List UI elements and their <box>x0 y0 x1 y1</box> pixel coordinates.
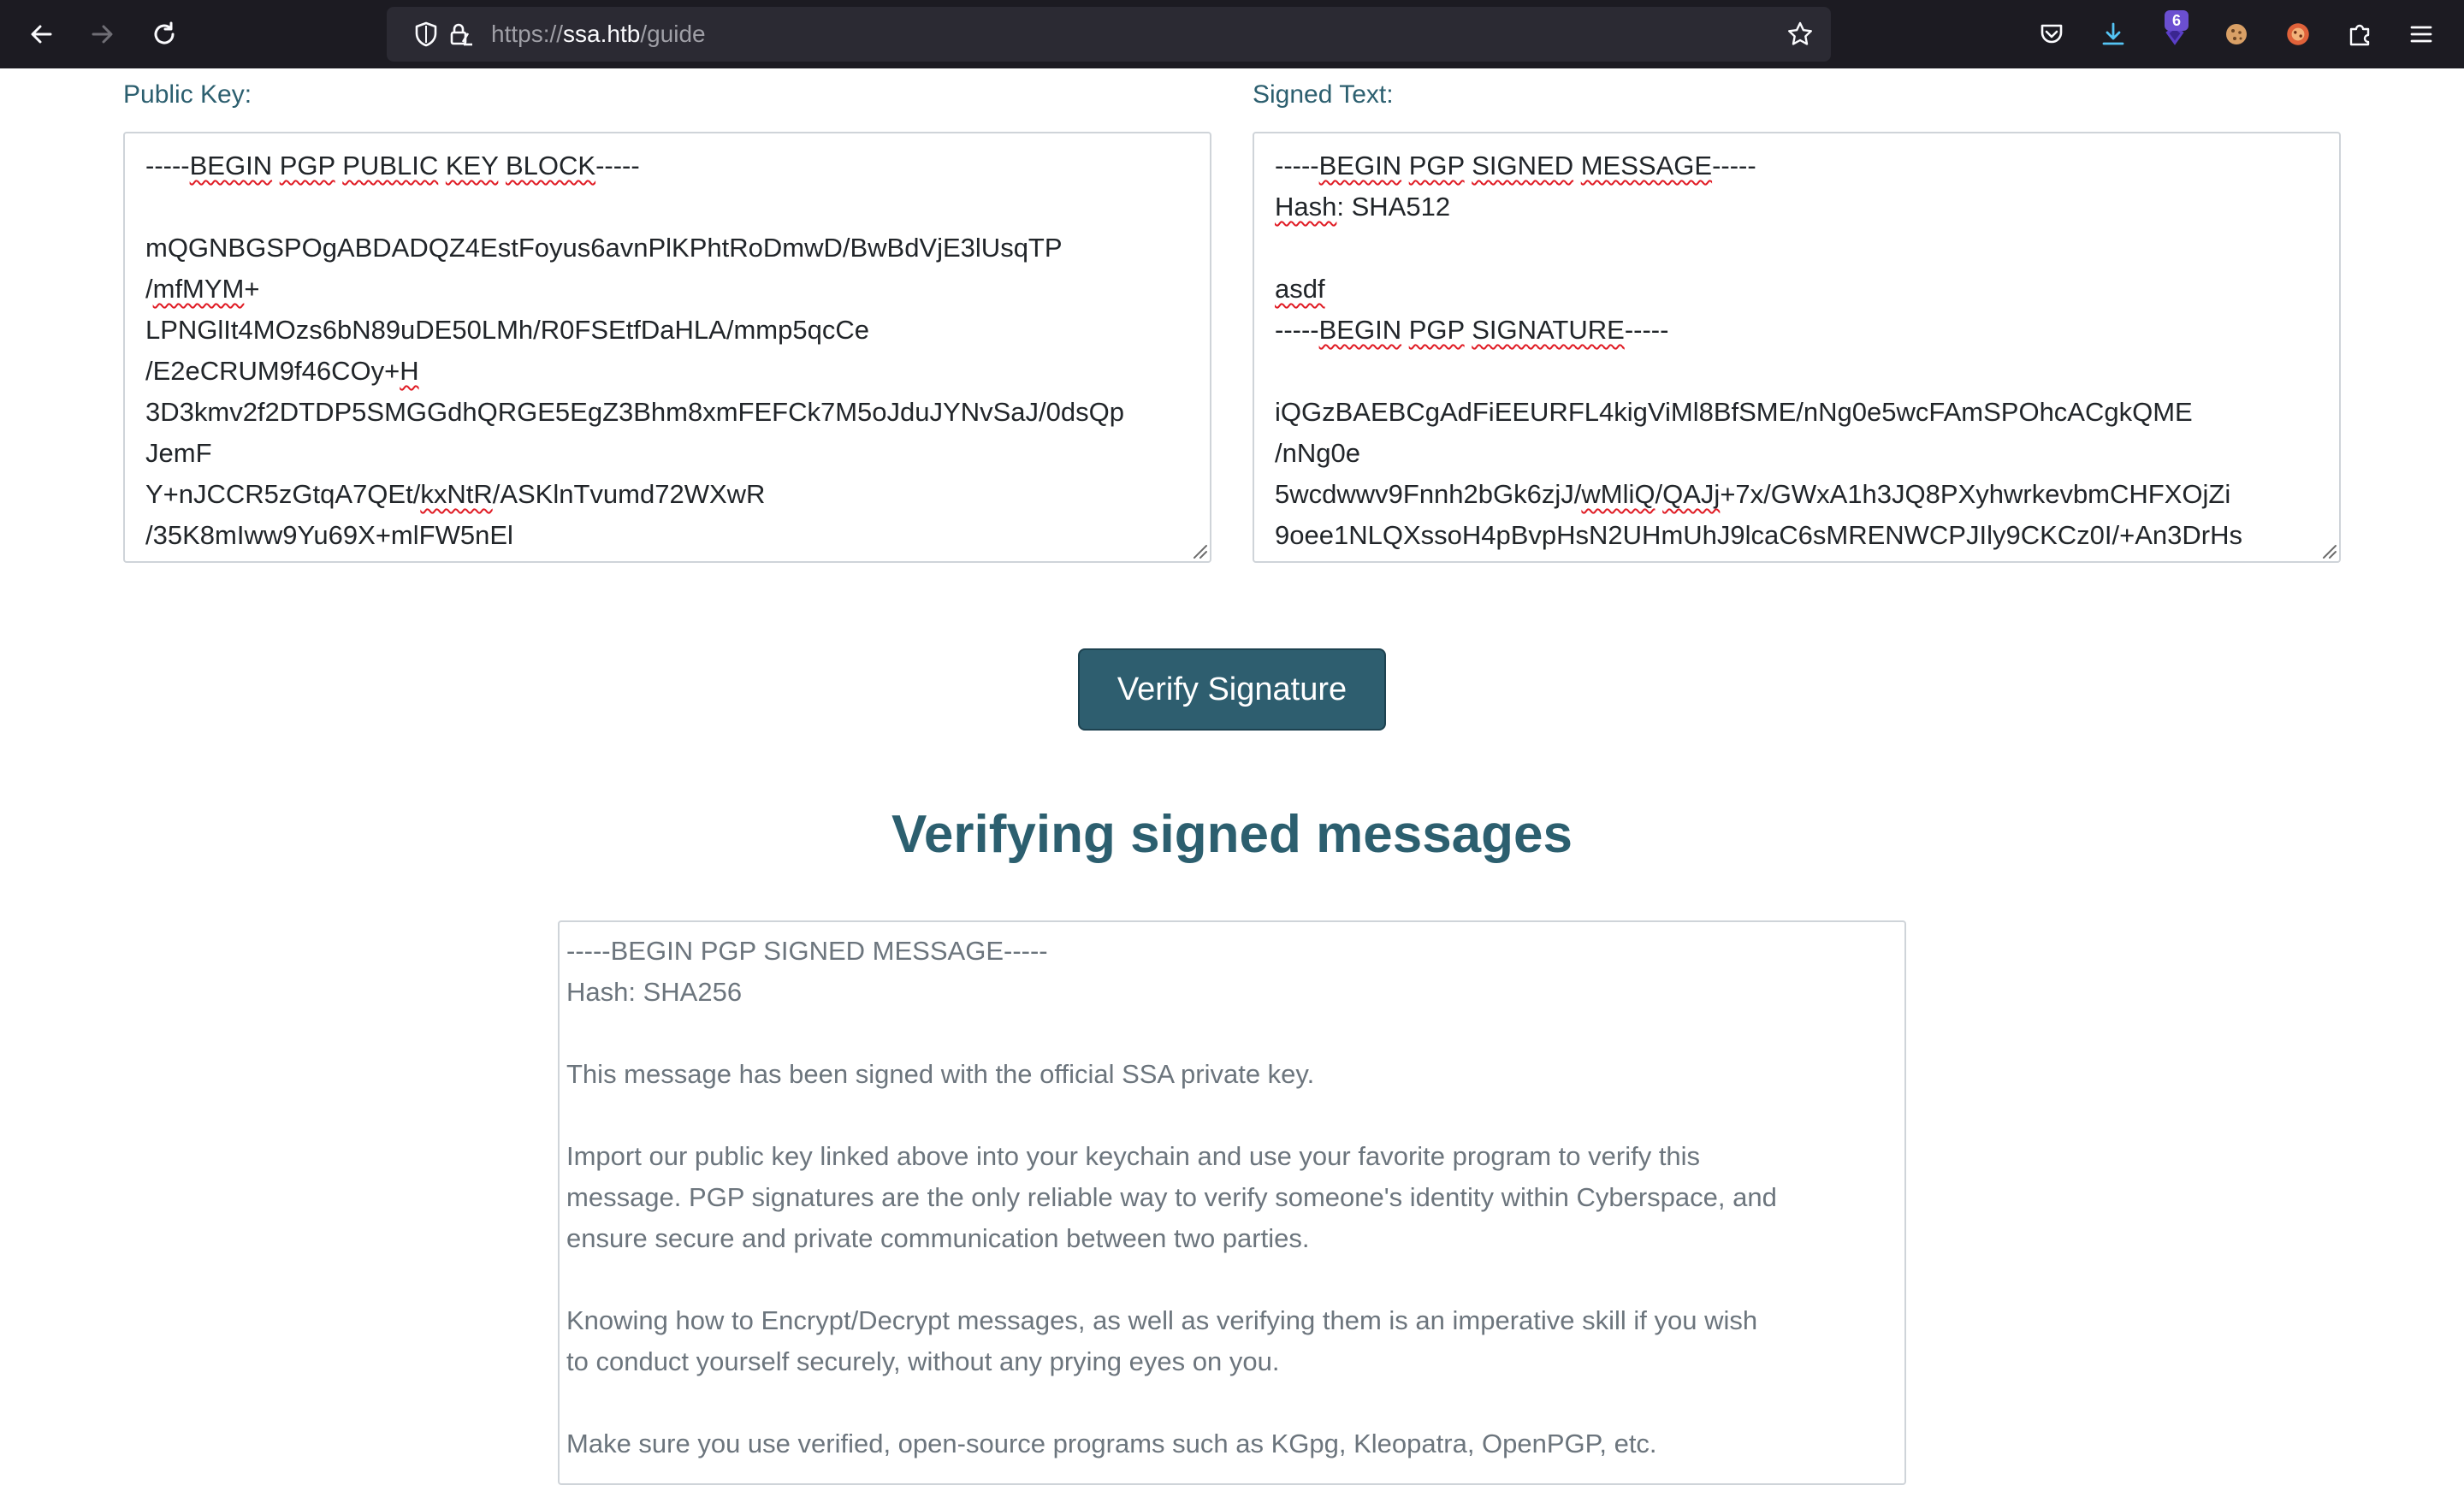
message-line: Make sure you use verified, open-source … <box>566 1429 1657 1458</box>
extension-badge: 6 <box>2165 10 2189 31</box>
url-host: ssa.htb <box>563 21 641 47</box>
key-line: mQGNBGSPOgABDADQZ4EstFoyus6avnPlKPhtRoDm… <box>145 233 1063 263</box>
signed-text-label: Signed Text: <box>1253 80 1394 109</box>
public-key-textarea[interactable]: -----BEGIN PGP PUBLIC KEY BLOCK----- mQG… <box>123 132 1211 563</box>
reload-icon[interactable] <box>145 15 183 53</box>
key-line <box>145 186 1189 228</box>
signed-text-textarea[interactable]: -----BEGIN PGP SIGNED MESSAGE----- Hash:… <box>1253 132 2341 563</box>
hamburger-menu-icon[interactable] <box>2402 15 2440 53</box>
message-line: Knowing how to Encrypt/Decrypt messages,… <box>566 1305 1758 1335</box>
public-key-label: Public Key: <box>123 80 252 109</box>
signed-line: Hash: SHA512 <box>1275 192 1451 222</box>
verify-signature-button[interactable]: Verify Signature <box>1078 648 1386 731</box>
signed-line <box>1275 228 2319 269</box>
address-bar[interactable]: https://ssa.htb/guide <box>387 7 1831 62</box>
message-line: Import our public key linked above into … <box>566 1141 1701 1171</box>
resize-grip-icon[interactable] <box>2319 541 2337 559</box>
key-line: 3D3kmv2f2DTDP5SMGGdhQRGE5EgZ3Bhm8xmFEFCk… <box>145 397 1124 427</box>
signed-line: /nNg0e <box>1275 438 1360 468</box>
forward-arrow-icon[interactable] <box>84 15 121 53</box>
example-signed-message: -----BEGIN PGP SIGNED MESSAGE----- Hash:… <box>558 920 1906 1485</box>
section-heading: Verifying signed messages <box>891 805 1573 864</box>
download-icon[interactable] <box>2094 15 2132 53</box>
key-line: /E2eCRUM9f46COy+H <box>145 356 419 386</box>
extensions-puzzle-icon[interactable] <box>2341 15 2378 53</box>
message-line: This message has been signed with the of… <box>566 1059 1315 1089</box>
signed-line: 9oee1NLQXssoH4pBvpHsN2UHmUhJ9lcaC6sMRENW… <box>1275 520 2243 550</box>
cookie-icon[interactable] <box>2218 15 2255 53</box>
bookmark-star-icon[interactable] <box>1786 21 1814 48</box>
message-line: Hash: SHA256 <box>566 977 743 1007</box>
key-line: /mfMYM+ <box>145 274 260 304</box>
message-line <box>566 1095 1898 1136</box>
message-line: -----BEGIN PGP SIGNED MESSAGE----- <box>566 936 1048 966</box>
resize-grip-icon[interactable] <box>1189 541 1208 559</box>
key-line: /35K8mIww9Yu69X+mlFW5nEl <box>145 520 513 550</box>
signed-line: asdf <box>1275 274 1325 304</box>
signed-line: 5wcdwwv9Fnnh2bGk6zjJ/wMliQ/QAJj+7x/GWxA1… <box>1275 479 2231 509</box>
message-line: ensure secure and private communication … <box>566 1223 1310 1253</box>
key-line: LPNGlIt4MOzs6bN89uDE50LMh/R0FSEtfDaHLA/m… <box>145 315 869 345</box>
message-line <box>566 1382 1898 1423</box>
signed-line: -----BEGIN PGP SIGNATURE----- <box>1275 315 1669 345</box>
signed-line <box>1275 351 2319 392</box>
url-scheme: https:// <box>491 21 564 47</box>
signed-line: -----BEGIN PGP SIGNED MESSAGE----- <box>1275 151 1756 180</box>
message-line: to conduct yourself securely, without an… <box>566 1346 1280 1376</box>
lock-warning-icon[interactable] <box>447 21 474 48</box>
message-line <box>566 1013 1898 1054</box>
cookie-editor-icon[interactable] <box>2279 15 2317 53</box>
message-line <box>566 1259 1898 1300</box>
tracking-shield-icon[interactable] <box>412 21 440 48</box>
key-line: -----BEGIN PGP PUBLIC KEY BLOCK----- <box>145 151 640 180</box>
signed-line: iQGzBAEBCgAdFiEEURFL4kigViMl8BfSME/nNg0e… <box>1275 397 2193 427</box>
key-line: JemF <box>145 438 212 468</box>
pocket-icon[interactable] <box>2033 15 2070 53</box>
back-arrow-icon[interactable] <box>22 15 60 53</box>
message-line: message. PGP signatures are the only rel… <box>566 1182 1777 1212</box>
url-path: /guide <box>640 21 706 47</box>
key-line: Y+nJCCR5zGtqA7QEt/kxNtR/ASKlnTvumd72WXwR <box>145 479 766 509</box>
browser-toolbar: https://ssa.htb/guide 6 <box>0 0 2464 68</box>
url-text[interactable]: https://ssa.htb/guide <box>491 7 706 62</box>
